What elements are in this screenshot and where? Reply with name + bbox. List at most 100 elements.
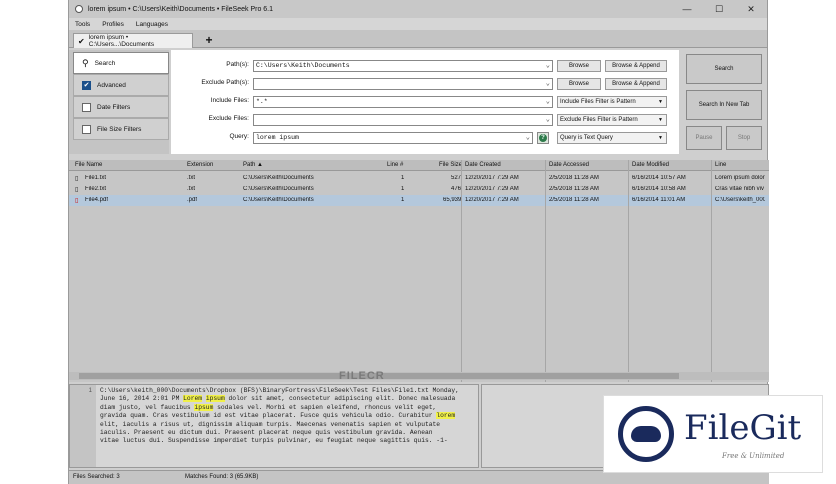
cell-size: 65,939 <box>443 197 462 203</box>
path-input[interactable]: C:\Users\Keith\Documents ⌄ <box>253 60 553 72</box>
line-gutter: 1 <box>70 385 96 467</box>
col-date-created[interactable]: Date Created <box>465 162 501 168</box>
match-highlight: Lorem <box>183 395 203 403</box>
checkbox-file-size-filters[interactable] <box>82 124 91 134</box>
cell-size: 476 <box>451 186 462 192</box>
col-date-accessed[interactable]: Date Accessed <box>549 162 589 168</box>
preview-line: June 16, 2014 2:01 PM <box>100 395 184 403</box>
query-input[interactable]: lorem ipsum ⌄ <box>253 132 533 144</box>
include-filter-mode-select[interactable]: Include Files Filter is Pattern ▼ <box>557 96 667 108</box>
filecr-watermark: FILECR <box>339 370 385 382</box>
pause-button[interactable]: Pause <box>686 126 722 150</box>
browse-append-path-button[interactable]: Browse & Append <box>605 60 667 72</box>
col-file-name[interactable]: File Name <box>75 162 102 168</box>
exclude-path-input[interactable]: ⌄ <box>253 78 553 90</box>
file-icon: ▯ <box>75 176 79 182</box>
exclude-files-input[interactable]: ⌄ <box>253 114 553 126</box>
match-highlight: ipsum <box>205 395 225 403</box>
dropdown-arrow-icon: ▼ <box>658 99 663 105</box>
query-mode-select[interactable]: Query is Text Query ▼ <box>557 132 667 144</box>
exclude-filter-mode-select[interactable]: Exclude Files Filter is Pattern ▼ <box>557 114 667 126</box>
filegit-logo <box>618 406 674 462</box>
cell-line-text: C:\Users\keith_000 <box>715 197 765 203</box>
exclude-files-label: Exclude Files: <box>208 115 249 122</box>
cell-accessed: 2/5/2018 11:28 AM <box>549 186 599 192</box>
search-new-tab-button[interactable]: Search In New Tab <box>686 90 762 120</box>
stop-button[interactable]: Stop <box>726 126 762 150</box>
exclude-path-label: Exclude Path(s): <box>201 79 249 86</box>
browse-append-exclude-button[interactable]: Browse & Append <box>605 78 667 90</box>
cell-accessed: 2/5/2018 11:28 AM <box>549 197 599 203</box>
col-line-number[interactable]: Line # <box>387 162 403 168</box>
preview-line: vitae luctus dui. Suspendisse imperdiet … <box>100 437 448 445</box>
cell-created: 12/20/2017 7:29 AM <box>465 197 519 203</box>
exclude-filter-mode-value: Exclude Files Filter is Pattern <box>560 117 638 123</box>
table-row[interactable]: ▯ File2.txt .txt C:\Users\Keith\Document… <box>69 184 769 195</box>
menu-profiles[interactable]: Profiles <box>102 21 124 28</box>
checkbox-advanced[interactable]: ✔ <box>82 80 91 90</box>
chevron-down-icon[interactable]: ⌄ <box>546 115 550 125</box>
include-files-row: Include Files: *.* ⌄ Include Files Filter… <box>171 96 679 108</box>
cell-ext: .txt <box>187 175 196 181</box>
tab-search[interactable]: ✔ lorem ipsum • C:\Users...\Documents <box>73 33 193 48</box>
col-date-modified[interactable]: Date Modified <box>632 162 669 168</box>
file-icon: ▯ <box>75 187 79 193</box>
search-button[interactable]: Search <box>686 54 762 84</box>
preview-line: C:\Users\keith_000\Documents\Dropbox (BF… <box>100 387 459 394</box>
query-help-button[interactable]: ? <box>537 132 549 144</box>
chevron-down-icon[interactable]: ⌄ <box>546 79 550 89</box>
help-icon: ? <box>539 134 547 142</box>
cell-name: File4.pdf <box>85 197 109 203</box>
cell-ext: .txt <box>187 186 196 192</box>
column-divider <box>545 160 546 382</box>
sidebar-item-label: Search <box>94 59 116 67</box>
cell-modified: 6/16/2014 10:57 AM <box>632 175 686 181</box>
column-divider <box>628 160 629 382</box>
preview-line: gravida quam. Cras vestibulum id est vit… <box>100 412 437 420</box>
filegit-watermark: FileGit Free & Unlimited <box>603 395 823 473</box>
pdf-file-icon: ▯ <box>75 198 79 204</box>
cell-line-text: Lorem ipsum dolor <box>715 175 765 181</box>
include-files-input[interactable]: *.* ⌄ <box>253 96 553 108</box>
minimize-button[interactable]: — <box>671 0 703 18</box>
path-label: Path(s): <box>226 61 249 68</box>
maximize-button[interactable]: ☐ <box>703 0 735 18</box>
filegit-brand: FileGit <box>684 408 802 448</box>
cell-line-number: 1 <box>401 186 405 192</box>
col-file-size[interactable]: File Size <box>439 162 462 168</box>
close-button[interactable]: ✕ <box>735 0 767 18</box>
cloud-icon <box>631 426 661 442</box>
col-path[interactable]: Path ▲ <box>243 162 263 168</box>
browse-path-button[interactable]: Browse <box>557 60 601 72</box>
chevron-down-icon[interactable]: ⌄ <box>526 133 530 143</box>
preview-line: elit, iaculis a risus ut, dignissim aliq… <box>100 420 441 428</box>
cell-line-number: 1 <box>401 197 405 203</box>
column-divider <box>711 160 712 382</box>
table-row[interactable]: ▯ File1.txt .txt C:\Users\Keith\Document… <box>69 173 769 184</box>
col-line[interactable]: Line <box>715 162 726 168</box>
preview-line: sodales vel. Morbi et sapien eleifend, r… <box>213 403 437 411</box>
col-extension[interactable]: Extension <box>187 162 213 168</box>
chevron-down-icon[interactable]: ⌄ <box>546 97 550 107</box>
add-tab-button[interactable]: + <box>201 33 217 47</box>
menu-bar: Tools Profiles Languages <box>69 18 767 30</box>
horizontal-scrollbar[interactable] <box>69 372 769 380</box>
match-highlight: lorem <box>436 412 456 420</box>
tab-label: lorem ipsum • C:\Users...\Documents <box>88 34 155 48</box>
tab-bar: ✔ lorem ipsum • C:\Users...\Documents + <box>69 30 767 48</box>
filegit-tagline: Free & Unlimited <box>722 452 785 460</box>
checkbox-date-filters[interactable] <box>82 102 91 112</box>
menu-languages[interactable]: Languages <box>136 21 168 28</box>
browse-exclude-button[interactable]: Browse <box>557 78 601 90</box>
check-icon: ✔ <box>78 36 85 46</box>
cell-path: C:\Users\Keith\Documents <box>243 197 314 203</box>
sidebar-item-label: Advanced <box>97 81 126 89</box>
cell-modified: 6/16/2014 10:58 AM <box>632 186 686 192</box>
table-row-selected[interactable]: ▯ File4.pdf .pdf C:\Users\Keith\Document… <box>69 195 769 206</box>
exclude-files-row: Exclude Files: ⌄ Exclude Files Filter is… <box>171 114 679 126</box>
menu-tools[interactable]: Tools <box>75 21 90 28</box>
query-value: lorem ipsum <box>256 134 299 141</box>
cell-modified: 6/16/2014 11:01 AM <box>632 197 686 203</box>
results-grid: File Name Extension Path ▲ Line # File S… <box>69 160 769 382</box>
chevron-down-icon[interactable]: ⌄ <box>546 61 550 71</box>
